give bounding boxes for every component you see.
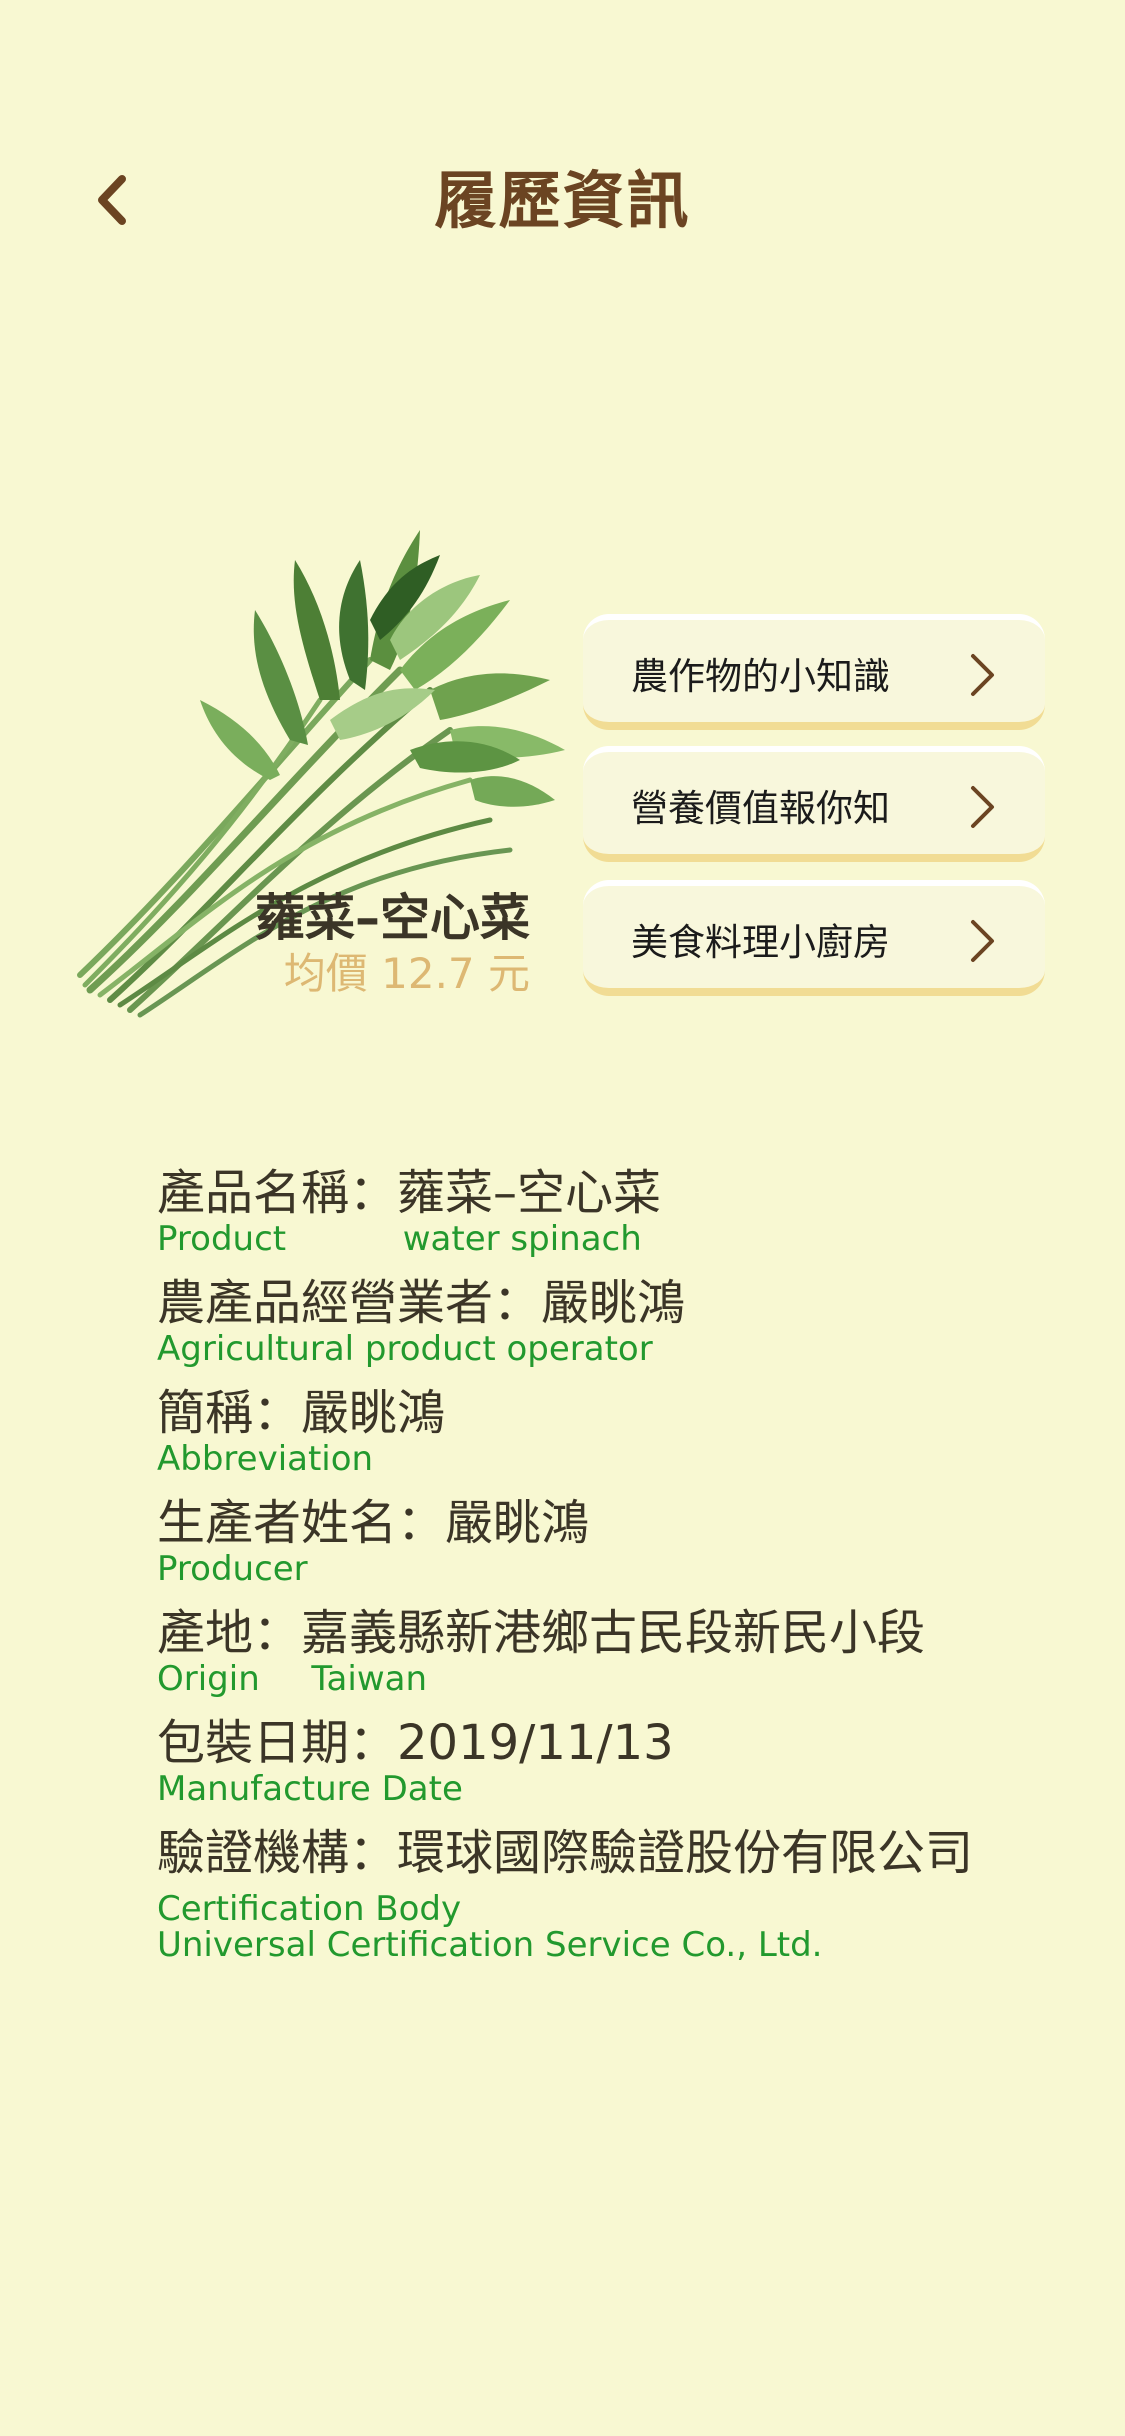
header: 履歷資訊 (0, 0, 1125, 260)
traceability-info: 產品名稱：蕹菜–空心菜 Product water spinach 農產品經營業… (157, 1165, 1057, 1981)
manufacture-date-en: Manufacture Date (157, 1769, 463, 1809)
operator-zh: 農產品經營業者：嚴眺鴻 (157, 1275, 686, 1331)
operator-en: Agricultural product operator (157, 1329, 653, 1369)
nutrition-value-button[interactable]: 營養價值報你知 (583, 746, 1045, 862)
origin-en: Origin Taiwan (157, 1661, 1057, 1697)
product-row: 產品名稱：蕹菜–空心菜 Product water spinach (157, 1165, 1057, 1257)
menu-label: 農作物的小知識 (631, 655, 890, 698)
page-title: 履歷資訊 (434, 164, 691, 237)
origin-value-en: Taiwan (311, 1659, 428, 1699)
product-price: 均價 12.7 元 (283, 949, 530, 998)
chevron-right-icon (971, 654, 994, 696)
abbreviation-en: Abbreviation (157, 1439, 374, 1479)
certification-row: 驗證機構：環球國際驗證股份有限公司 Certification Body Uni… (157, 1825, 1057, 1963)
chevron-right-icon (971, 786, 994, 828)
producer-row: 生產者姓名：嚴眺鴻 Producer (157, 1495, 1057, 1587)
producer-en: Producer (157, 1549, 308, 1589)
certification-value-en: Universal Certification Service Co., Ltd… (157, 1925, 823, 1965)
manufacture-date-row: 包裝日期：2019/11/13 Manufacture Date (157, 1715, 1057, 1807)
crop-knowledge-button[interactable]: 農作物的小知識 (583, 614, 1045, 730)
menu-label: 營養價值報你知 (631, 787, 890, 830)
abbreviation-zh: 簡稱：嚴眺鴻 (157, 1385, 446, 1441)
product-name-zh: 產品名稱：蕹菜–空心菜 (157, 1165, 662, 1221)
origin-label-en: Origin (157, 1659, 260, 1699)
producer-zh: 生產者姓名：嚴眺鴻 (157, 1495, 590, 1551)
chevron-right-icon (971, 920, 994, 962)
product-name-en: Product water spinach (157, 1221, 1057, 1257)
manufacture-date-zh: 包裝日期：2019/11/13 (157, 1715, 674, 1771)
origin-row: 產地：嘉義縣新港鄉古民段新民小段 Origin Taiwan (157, 1605, 1057, 1697)
certification-label-en: Certification Body (157, 1889, 462, 1929)
recipe-kitchen-button[interactable]: 美食料理小廚房 (583, 880, 1045, 996)
certification-zh: 驗證機構：環球國際驗證股份有限公司 (157, 1825, 974, 1881)
origin-zh: 產地：嘉義縣新港鄉古民段新民小段 (157, 1605, 926, 1661)
abbreviation-row: 簡稱：嚴眺鴻 Abbreviation (157, 1385, 1057, 1477)
operator-row: 農產品經營業者：嚴眺鴻 Agricultural product operato… (157, 1275, 1057, 1367)
menu-label: 美食料理小廚房 (631, 921, 890, 964)
product-value-en: water spinach (402, 1219, 642, 1259)
product-label-en: Product (157, 1219, 287, 1259)
